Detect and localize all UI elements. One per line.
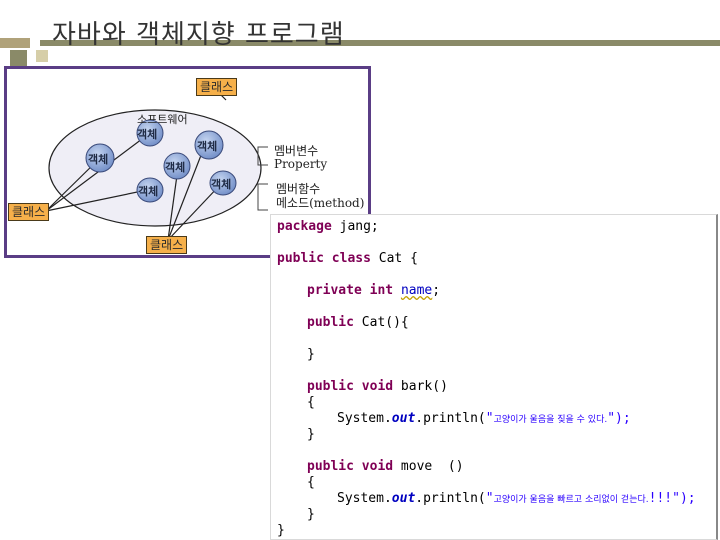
member-func-bracket <box>257 183 268 211</box>
code-line-package: package jang; <box>277 219 379 234</box>
code-line-class-decl: public class Cat { <box>277 251 418 266</box>
object-label: 객체 <box>211 178 232 191</box>
object-label: 객체 <box>138 185 159 198</box>
software-label: 소프트웨어 <box>137 113 188 126</box>
code-line-close: } <box>307 427 315 442</box>
code-line-close: } <box>307 347 315 362</box>
code-line-println-move: System.out.println("고양이가 울음을 빠르고 소리없이 걷는… <box>337 491 696 506</box>
code-line-bark-decl: public void bark() <box>307 379 448 394</box>
object-label: 객체 <box>137 128 158 141</box>
property-label: Property <box>274 157 328 171</box>
code-line-class-close: } <box>277 523 285 538</box>
code-line-move-decl: public void move () <box>307 459 464 474</box>
code-line-field: private int name; <box>307 283 441 298</box>
class-label-bottom: 클래스 <box>146 236 188 254</box>
code-panel: package jang; public class Cat { private… <box>270 214 718 540</box>
code-line-constructor: public Cat(){ <box>307 315 409 330</box>
code-line-open: { <box>307 395 315 410</box>
object-label: 객체 <box>165 161 186 174</box>
object-label: 객체 <box>88 153 109 166</box>
class-label-top: 클래스 <box>196 78 238 96</box>
class-label-left: 클래스 <box>8 203 50 221</box>
object-label: 객체 <box>197 140 218 153</box>
code-line-close: } <box>307 507 315 522</box>
method-label: 메소드(method) <box>276 196 365 210</box>
code-line-println-bark: System.out.println("고양이가 울음을 짖을 수 있다."); <box>337 411 631 426</box>
member-function-label: 멤버함수 <box>276 182 321 196</box>
code-line-open: { <box>307 475 315 490</box>
